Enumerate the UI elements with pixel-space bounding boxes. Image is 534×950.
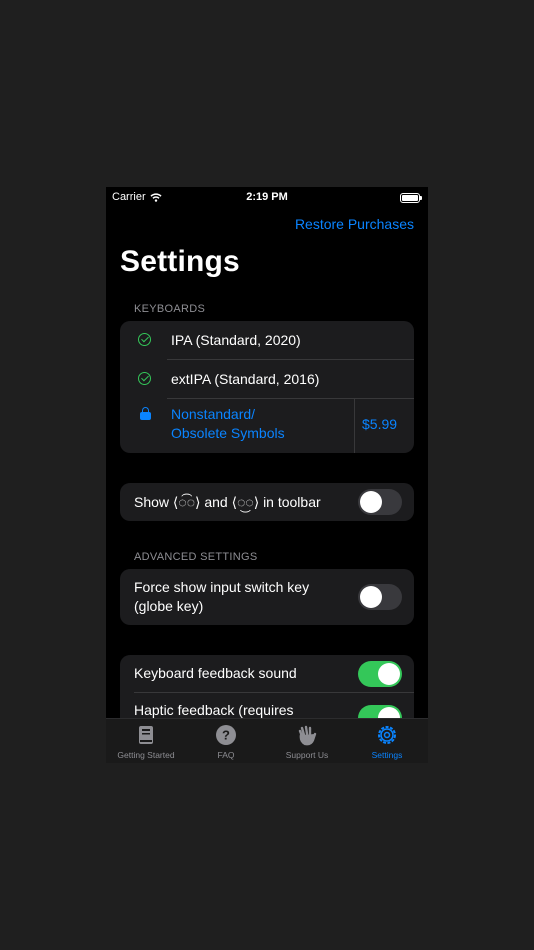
check-circle-icon xyxy=(138,333,151,346)
tab-label: Settings xyxy=(371,750,403,760)
page-title: Settings xyxy=(120,245,240,278)
price-button[interactable]: $5.99 xyxy=(362,416,397,432)
globe-key-label-line1: Force show input switch key xyxy=(134,579,310,595)
tab-faq[interactable]: ? FAQ xyxy=(186,719,266,763)
phone-screen: Carrier 2:19 PM Restore Purchases Settin… xyxy=(106,187,428,763)
advanced-group: Force show input switch key (globe key) xyxy=(120,569,414,625)
keyboard-row-nonstandard[interactable]: Nonstandard/ Obsolete Symbols $5.99 xyxy=(120,399,414,453)
svg-text:?: ? xyxy=(222,728,230,743)
tab-getting-started[interactable]: Getting Started xyxy=(106,719,186,763)
status-time: 2:19 PM xyxy=(246,191,288,203)
keyboard-row-ipa[interactable]: IPA (Standard, 2020) xyxy=(120,321,414,359)
keyboards-section-header: KEYBOARDS xyxy=(134,303,206,315)
tab-bar: Getting Started ? FAQ Support Us Setting… xyxy=(106,718,428,763)
status-bar: Carrier 2:19 PM xyxy=(106,187,428,209)
nonstandard-label[interactable]: Nonstandard/ Obsolete Symbols xyxy=(171,405,285,443)
battery-icon xyxy=(400,193,422,203)
globe-key-toggle[interactable] xyxy=(358,584,402,610)
tab-settings[interactable]: Settings xyxy=(347,719,427,763)
keyboard-row-extipa[interactable]: extIPA (Standard, 2016) xyxy=(120,360,414,398)
question-circle-icon: ? xyxy=(216,725,236,745)
sound-toggle[interactable] xyxy=(358,661,402,687)
globe-key-label-line2: (globe key) xyxy=(134,598,204,614)
gear-icon xyxy=(378,726,396,744)
keyboard-label-extipa: extIPA (Standard, 2016) xyxy=(171,370,320,387)
tab-support-us[interactable]: Support Us xyxy=(267,719,347,763)
tab-label: Support Us xyxy=(285,750,329,760)
toolbar-option-group: Show ⟨◌͡◌⟩ and ⟨◌͜◌⟩ in toolbar xyxy=(120,483,414,521)
globe-key-row: Force show input switch key (globe key) xyxy=(120,569,414,625)
globe-key-label: Force show input switch key (globe key) xyxy=(134,578,309,616)
advanced-section-header: ADVANCED SETTINGS xyxy=(134,551,258,563)
nonstandard-label-line1: Nonstandard/ xyxy=(171,406,256,422)
restore-purchases-button[interactable]: Restore Purchases xyxy=(295,216,414,232)
toolbar-toggle[interactable] xyxy=(358,489,402,515)
tab-label: FAQ xyxy=(217,750,235,760)
nonstandard-label-line2: Obsolete Symbols xyxy=(171,425,285,441)
toolbar-option-row: Show ⟨◌͡◌⟩ and ⟨◌͜◌⟩ in toolbar xyxy=(120,483,414,521)
waving-hand-icon xyxy=(298,725,317,746)
keyboards-group: IPA (Standard, 2020) extIPA (Standard, 2… xyxy=(120,321,414,453)
price-divider xyxy=(354,399,355,453)
sound-row: Keyboard feedback sound xyxy=(120,655,414,692)
check-circle-icon xyxy=(138,372,151,385)
sound-label: Keyboard feedback sound xyxy=(134,665,297,681)
lock-icon xyxy=(140,407,151,420)
keyboard-label-ipa: IPA (Standard, 2020) xyxy=(171,331,301,348)
book-icon xyxy=(139,726,153,744)
tab-label: Getting Started xyxy=(117,750,175,760)
toolbar-option-label: Show ⟨◌͡◌⟩ and ⟨◌͜◌⟩ in toolbar xyxy=(134,493,321,510)
